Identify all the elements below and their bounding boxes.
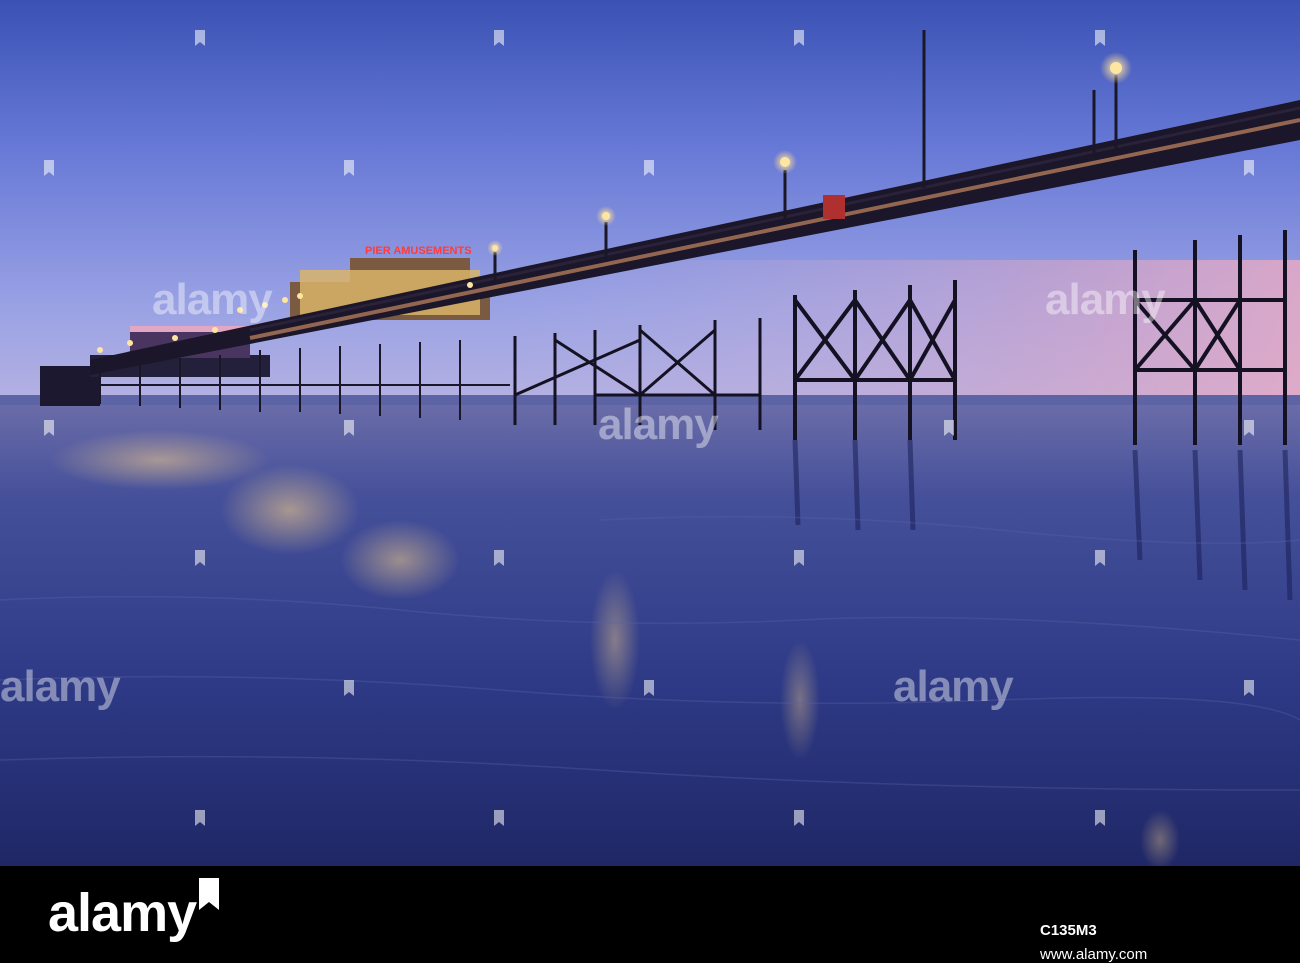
photo-scene: PIER AMUSEMENTS alamy alamy alamy alamy … (0, 0, 1300, 866)
watermark-text: alamy (1045, 275, 1166, 324)
watermark-tag-icon (195, 30, 205, 46)
watermark-tag-icon (1095, 30, 1105, 46)
watermark-tag-icon (644, 680, 654, 696)
watermark-tag-icon (1244, 680, 1254, 696)
watermark-tag-icon (195, 810, 205, 826)
watermark-tag-icon (344, 420, 354, 436)
pier-sign-text: PIER AMUSEMENTS (365, 245, 472, 257)
footer-bar: alamy C135M3 www.alamy.com (0, 866, 1300, 963)
logo-tag-icon (199, 878, 219, 910)
watermark-tag-icon (794, 550, 804, 566)
watermark-tag-icon (1244, 160, 1254, 176)
watermark-tag-icon (344, 160, 354, 176)
footer-logo: alamy (48, 883, 197, 943)
watermark-tag-icon (44, 160, 54, 176)
watermark-tag-icon (794, 810, 804, 826)
watermark-tag-icon (1095, 550, 1105, 566)
watermark-text: alamy (0, 662, 121, 711)
watermark-tag-icon (494, 550, 504, 566)
watermark-tag-icon (794, 30, 804, 46)
watermark-tag-icon (44, 420, 54, 436)
watermark-tag-icon (344, 680, 354, 696)
watermark-tag-icon (494, 810, 504, 826)
watermark-text: alamy (893, 662, 1014, 711)
watermark-tag-icon (944, 420, 954, 436)
watermark-tag-icon (1244, 420, 1254, 436)
footer-url[interactable]: www.alamy.com (1040, 946, 1147, 963)
watermark-tag-icon (1095, 810, 1105, 826)
watermark-text: alamy (598, 400, 719, 449)
watermark-text: alamy (152, 275, 273, 324)
image-id: C135M3 (1040, 922, 1097, 939)
watermark-tag-icon (644, 160, 654, 176)
watermark-tag-icon (195, 550, 205, 566)
watermark-tag-icon (494, 30, 504, 46)
